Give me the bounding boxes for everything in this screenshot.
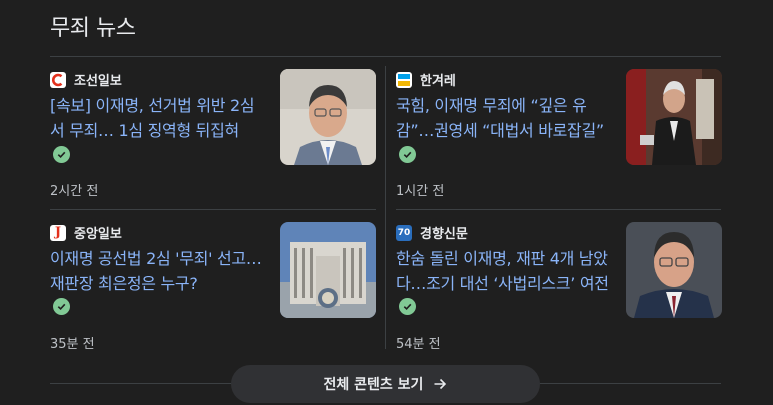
column-divider	[385, 66, 386, 349]
hankyoreh-logo-icon	[396, 71, 412, 88]
news-timestamp: 2시간 전	[50, 184, 99, 199]
verified-check-icon	[399, 146, 416, 163]
news-card[interactable]: 조선일보 [속보] 이재명, 선거법 위반 2심서 무죄… 1심 징역형 뒤집혀…	[50, 57, 376, 205]
news-source-name: 중앙일보	[74, 227, 122, 242]
view-all-label: 전체 콘텐츠 보기	[323, 377, 424, 393]
verified-check-icon	[399, 298, 416, 315]
news-thumbnail[interactable]	[626, 222, 722, 318]
news-headline-link[interactable]: 국힘, 이재명 무죄에 “깊은 유감”…권영세 “대법서 바로잡길”	[396, 93, 612, 143]
section-title: 무죄 뉴스	[50, 16, 136, 41]
verified-check-icon	[53, 298, 70, 315]
news-card[interactable]: J 중앙일보 이재명 공선법 2심 '무죄' 선고…재판장 최은정은 누구? 3…	[50, 210, 376, 358]
news-source: J 중앙일보	[50, 223, 122, 242]
news-source: 조선일보	[50, 70, 122, 89]
arrow-right-icon	[433, 377, 447, 391]
news-timestamp: 1시간 전	[396, 184, 445, 199]
news-timestamp: 35분 전	[50, 337, 95, 352]
news-timestamp: 54분 전	[396, 337, 441, 352]
news-source: 한겨레	[396, 70, 456, 89]
kyunghyang-logo-icon: 70	[396, 224, 412, 241]
news-thumbnail[interactable]	[626, 69, 722, 165]
verified-check-icon	[53, 146, 70, 163]
news-headline-link[interactable]: 이재명 공선법 2심 '무죄' 선고…재판장 최은정은 누구?	[50, 246, 266, 296]
news-source: 70 경향신문	[396, 223, 468, 242]
news-thumbnail[interactable]	[280, 69, 376, 165]
news-headline-link[interactable]: 한숨 돌린 이재명, 재판 4개 남았다…조기 대선 ‘사법리스크’ 여전	[396, 246, 612, 296]
news-card[interactable]: 70 경향신문 한숨 돌린 이재명, 재판 4개 남았다…조기 대선 ‘사법리스…	[396, 210, 722, 358]
news-source-name: 경향신문	[420, 227, 468, 242]
news-thumbnail[interactable]	[280, 222, 376, 318]
chosun-logo-icon	[50, 71, 66, 88]
view-all-content-button[interactable]: 전체 콘텐츠 보기	[231, 365, 540, 403]
news-card[interactable]: 한겨레 국힘, 이재명 무죄에 “깊은 유감”…권영세 “대법서 바로잡길” 1…	[396, 57, 722, 205]
joongang-logo-icon: J	[50, 224, 66, 241]
news-headline-link[interactable]: [속보] 이재명, 선거법 위반 2심서 무죄… 1심 징역형 뒤집혀	[50, 93, 266, 143]
news-source-name: 조선일보	[74, 74, 122, 89]
news-source-name: 한겨레	[420, 74, 456, 89]
